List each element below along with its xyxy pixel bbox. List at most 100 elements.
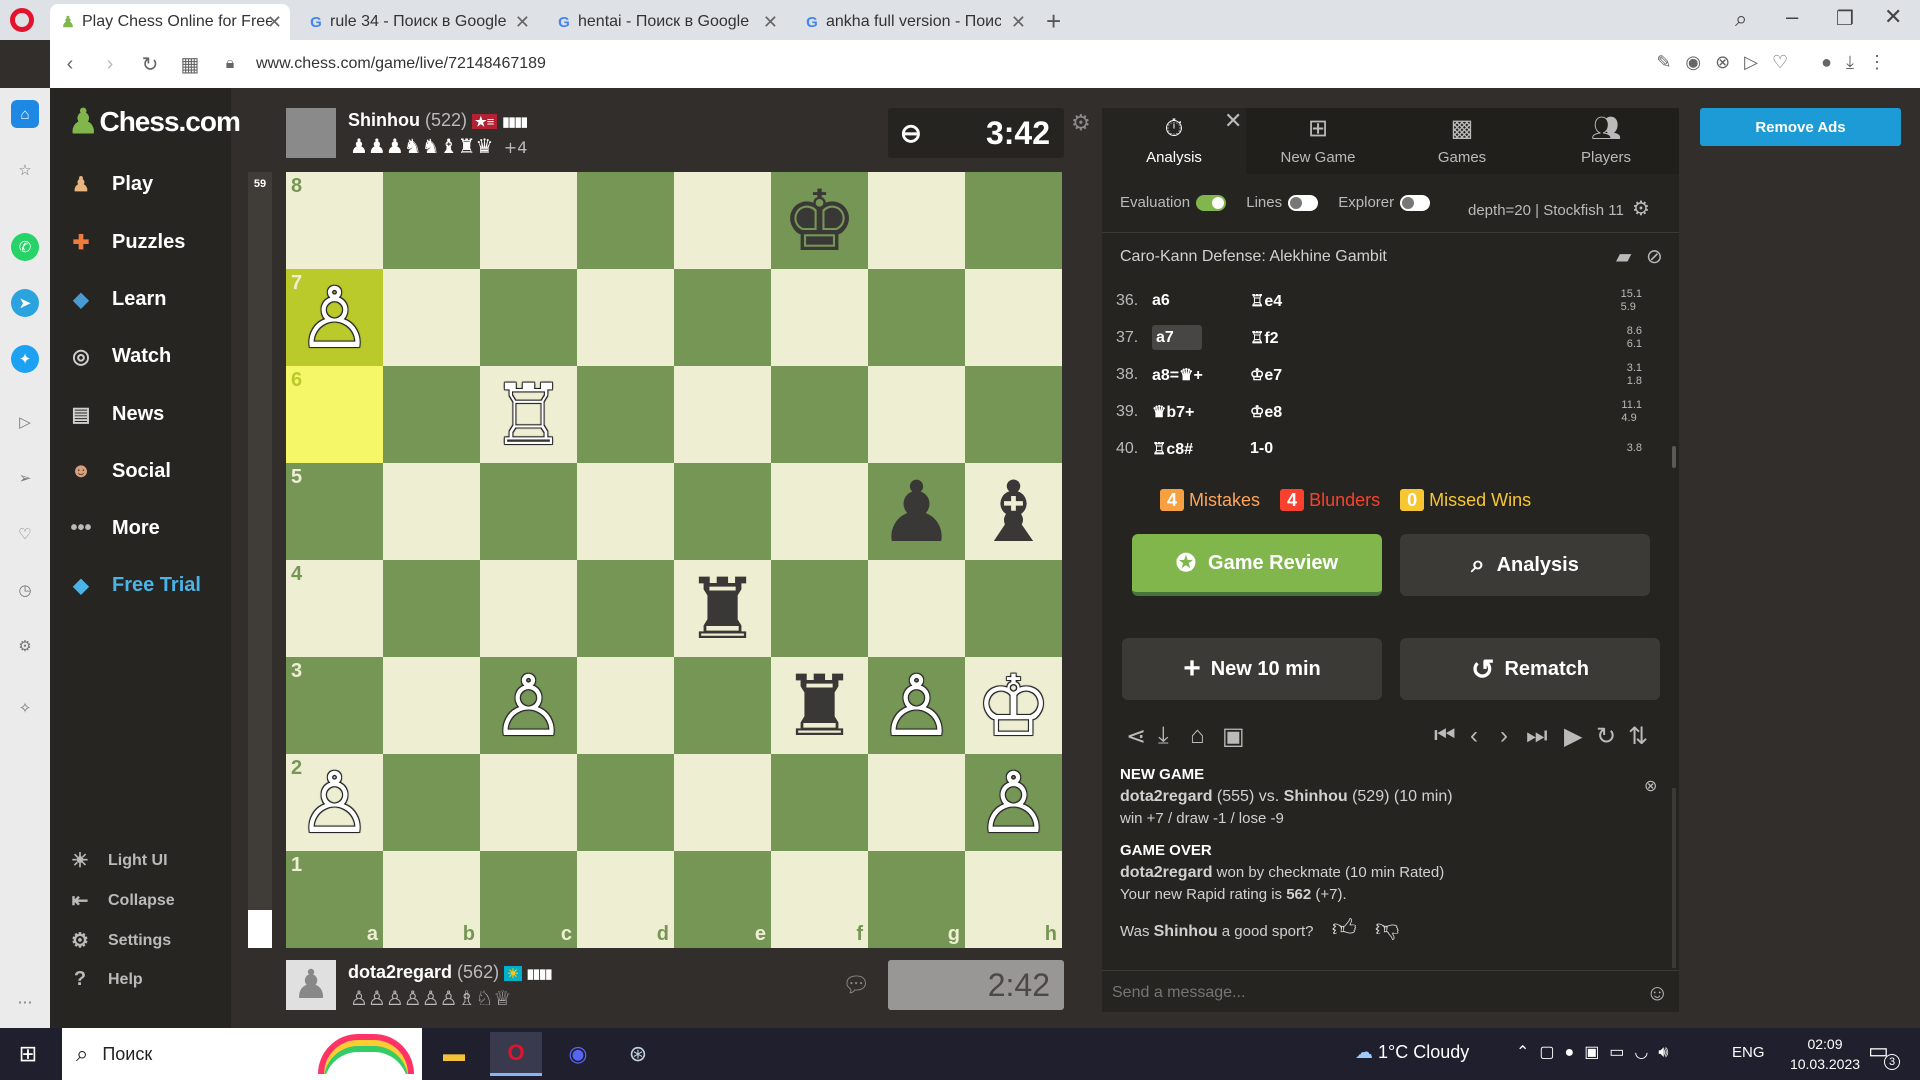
- square-c1[interactable]: c: [480, 851, 577, 948]
- close-icon[interactable]: ✕: [763, 12, 778, 33]
- black-piece[interactable]: ♝: [976, 470, 1051, 554]
- thumbs-down-icon[interactable]: 👎︎: [1375, 915, 1399, 942]
- square-e6[interactable]: [674, 366, 771, 463]
- close-icon[interactable]: ✕: [267, 12, 282, 33]
- square-h7[interactable]: [965, 269, 1062, 366]
- new-tab-icon[interactable]: +: [1046, 6, 1061, 37]
- tab-google-1[interactable]: G rule 34 - Поиск в Google ✕: [298, 4, 538, 40]
- back-icon[interactable]: ‹: [50, 53, 90, 76]
- first-move-icon[interactable]: ⏮: [1434, 722, 1456, 750]
- twitter-icon[interactable]: ✦: [11, 345, 39, 373]
- settings-icon[interactable]: ⚙: [11, 632, 39, 660]
- evaluation-toggle[interactable]: [1196, 195, 1227, 212]
- new-10-min-button[interactable]: + New 10 min: [1122, 638, 1382, 700]
- close-icon[interactable]: ✕: [1224, 108, 1242, 134]
- site-logo[interactable]: ♟ Chess.com: [68, 102, 241, 142]
- star-icon[interactable]: ☆: [11, 156, 39, 184]
- compass-icon[interactable]: ⊘: [1646, 244, 1663, 269]
- library-icon[interactable]: ⌂: [1190, 722, 1205, 750]
- square-b7[interactable]: [383, 269, 480, 366]
- nav-collapse[interactable]: ⇤ Collapse: [68, 888, 175, 913]
- white-move[interactable]: ♖c8#: [1152, 439, 1250, 459]
- search-icon[interactable]: ⌕: [1735, 6, 1747, 32]
- send-icon[interactable]: ➢: [11, 464, 39, 492]
- heart-icon[interactable]: ♡: [11, 520, 39, 548]
- square-f2[interactable]: [771, 754, 868, 851]
- white-move[interactable]: a8=♛+: [1152, 365, 1250, 385]
- engine-settings-gear-icon[interactable]: ⚙: [1632, 198, 1650, 220]
- square-h8[interactable]: [965, 172, 1062, 269]
- thumbs-up-icon[interactable]: 👍︎: [1332, 915, 1357, 942]
- rematch-button[interactable]: ↺ Rematch: [1400, 638, 1660, 700]
- analysis-button[interactable]: ⌕ Analysis: [1400, 534, 1650, 596]
- black-move[interactable]: ♖e4: [1250, 291, 1350, 311]
- tabs-grid-icon[interactable]: ▦: [170, 52, 210, 77]
- square-a8[interactable]: 8: [286, 172, 383, 269]
- black-piece[interactable]: ♟: [879, 470, 954, 554]
- mistakes-stat[interactable]: 4 Mistakes: [1160, 489, 1260, 511]
- nav-puzzles[interactable]: ✚ Puzzles: [64, 222, 186, 262]
- tab-chess[interactable]: ♟ Play Chess Online for Free ✕: [50, 4, 290, 40]
- square-f6[interactable]: [771, 366, 868, 463]
- square-a5[interactable]: 5: [286, 463, 383, 560]
- square-g6[interactable]: [868, 366, 965, 463]
- chat-scrollbar[interactable]: [1672, 788, 1676, 968]
- close-icon[interactable]: ✕: [515, 12, 530, 33]
- black-piece[interactable]: ♚: [782, 179, 857, 263]
- nav-news[interactable]: ▤ News: [64, 394, 165, 434]
- steam-icon[interactable]: ⊛: [612, 1032, 664, 1076]
- last-move-icon[interactable]: ⏭: [1526, 722, 1548, 750]
- image-icon[interactable]: ▣: [1222, 722, 1245, 751]
- chess-board[interactable]: 8 ♚ 7 ♙ 6 ♖ 5 ♟ ♝ 4 ♜ 3 ♙ ♜ ♙ ♔ 2 ♙ ♙ 1 a b c d e f g h: [286, 172, 1062, 948]
- square-a4[interactable]: 4: [286, 560, 383, 657]
- taskbar-search[interactable]: ⌕ Поиск: [62, 1028, 422, 1080]
- square-a7[interactable]: 7 ♙: [286, 269, 383, 366]
- square-d6[interactable]: [577, 366, 674, 463]
- square-h3[interactable]: ♔: [965, 657, 1062, 754]
- square-f7[interactable]: [771, 269, 868, 366]
- tab-new-game[interactable]: ⊞ New Game: [1246, 108, 1390, 174]
- square-h5[interactable]: ♝: [965, 463, 1062, 560]
- white-piece[interactable]: ♙: [879, 664, 954, 748]
- square-c4[interactable]: [480, 560, 577, 657]
- square-b8[interactable]: [383, 172, 480, 269]
- sport-name[interactable]: Shinhou: [1154, 923, 1218, 940]
- chat-bubble-icon[interactable]: 💬︎: [842, 972, 870, 998]
- square-e5[interactable]: [674, 463, 771, 560]
- player-icon[interactable]: ▷: [11, 408, 39, 436]
- white-piece[interactable]: ♙: [297, 276, 372, 360]
- square-c2[interactable]: [480, 754, 577, 851]
- bottom-player-name[interactable]: dota2regard (562) ☀ ▮▮▮▮: [348, 962, 552, 983]
- white-move[interactable]: ♛b7+: [1152, 402, 1250, 422]
- forward-icon[interactable]: ›: [90, 53, 130, 76]
- white-piece[interactable]: ♙: [297, 761, 372, 845]
- reload-icon[interactable]: ↻: [130, 52, 170, 77]
- bulb-icon[interactable]: ✧: [11, 694, 39, 722]
- avatar[interactable]: ♟: [286, 960, 336, 1010]
- black-piece[interactable]: ♜: [782, 664, 857, 748]
- nav-more[interactable]: ••• More: [64, 508, 159, 548]
- white-piece[interactable]: ♖: [491, 373, 566, 457]
- blunders-stat[interactable]: 4 Blunders: [1280, 489, 1380, 511]
- opera-logo-icon[interactable]: [10, 8, 34, 32]
- language-indicator[interactable]: ENG: [1732, 1044, 1765, 1061]
- tab-google-2[interactable]: G hentai - Поиск в Google ✕: [546, 4, 786, 40]
- tab-games[interactable]: ▩ Games: [1390, 108, 1534, 174]
- clock[interactable]: 02:09 10.03.2023: [1780, 1034, 1870, 1074]
- file-explorer-icon[interactable]: ▬: [428, 1032, 480, 1076]
- tray-icons[interactable]: ⌃▢●▣▭◡🔊︎: [1516, 1042, 1678, 1062]
- square-d2[interactable]: [577, 754, 674, 851]
- square-h2[interactable]: ♙: [965, 754, 1062, 851]
- white-piece[interactable]: ♙: [491, 664, 566, 748]
- square-e2[interactable]: [674, 754, 771, 851]
- remove-ads-button[interactable]: Remove Ads: [1700, 108, 1901, 146]
- black-move[interactable]: ♔e8: [1250, 402, 1350, 422]
- square-b6[interactable]: [383, 366, 480, 463]
- square-c8[interactable]: [480, 172, 577, 269]
- tab-google-3[interactable]: G ankha full version - Поиск ✕: [794, 4, 1034, 40]
- square-f4[interactable]: [771, 560, 868, 657]
- square-g5[interactable]: ♟: [868, 463, 965, 560]
- url-field[interactable]: www.chess.com/game/live/72148467189: [256, 55, 546, 73]
- moves-scrollbar[interactable]: [1672, 446, 1676, 468]
- square-g4[interactable]: [868, 560, 965, 657]
